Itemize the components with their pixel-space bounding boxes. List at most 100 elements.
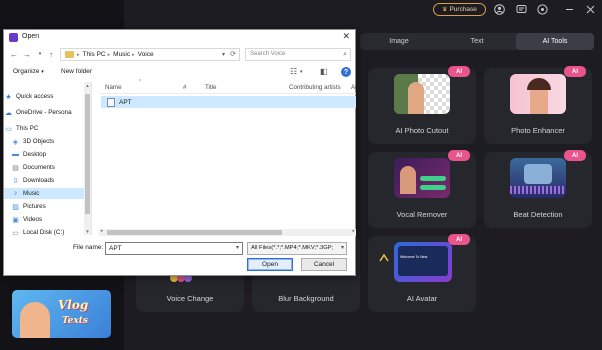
- chevron-right-icon: ▸: [132, 51, 135, 58]
- top-bar: [124, 0, 602, 20]
- vlog-texts-thumbnail[interactable]: Vlog Texts: [12, 290, 111, 338]
- navigation-pane: ★ Quick access ☁ OneDrive - Persona ▭ This …: [4, 82, 92, 238]
- ai-badge: AI: [564, 150, 586, 161]
- scroll-up-icon[interactable]: ▲: [84, 83, 91, 88]
- dialog-close-icon[interactable]: ✕: [342, 31, 350, 42]
- nav-item-videos[interactable]: ▣ Videos: [4, 214, 88, 225]
- card-label: Blur Background: [278, 294, 334, 303]
- column-title[interactable]: Title: [205, 84, 216, 91]
- nav-item-desktop[interactable]: ▬ Desktop: [4, 149, 88, 160]
- pc-icon: ▭: [5, 125, 12, 133]
- vlog-title: Vlog: [58, 298, 89, 312]
- vlog-figure: [20, 302, 50, 338]
- nav-item-label: Quick access: [16, 93, 54, 100]
- nav-item-quick-access[interactable]: ★ Quick access: [4, 91, 88, 102]
- music-icon: ♪: [13, 190, 18, 197]
- nav-item-label: 3D Objects: [23, 138, 55, 145]
- back-icon[interactable]: ←: [9, 48, 19, 60]
- scroll-down-icon[interactable]: ▼: [84, 229, 91, 234]
- scroll-right-icon[interactable]: ▸: [352, 228, 355, 234]
- document-icon: ▤: [12, 164, 19, 172]
- chevron-right-icon: ▸: [77, 51, 80, 58]
- minimize-icon[interactable]: [563, 3, 576, 16]
- help-icon[interactable]: ?: [341, 67, 351, 77]
- app-icon: [9, 33, 18, 42]
- open-button[interactable]: Open: [247, 258, 293, 271]
- breadcrumb-this-pc[interactable]: This PC: [83, 51, 106, 58]
- purchase-button[interactable]: ♛ Purchase: [433, 3, 486, 16]
- file-icon: [107, 97, 115, 107]
- breadcrumb-voice[interactable]: Voice: [138, 51, 154, 58]
- file-name-value: APT: [109, 245, 122, 252]
- open-dialog: Open ✕ ← → ▾ ↑ ▸ This PC ▸ Music ▸ Voice…: [3, 29, 357, 276]
- close-icon[interactable]: [584, 3, 597, 16]
- purchase-label: Purchase: [449, 6, 477, 13]
- tab-text[interactable]: Text: [438, 33, 516, 50]
- nav-item-downloads[interactable]: ⇩ Downloads: [4, 175, 88, 186]
- arrow-icon: [378, 250, 390, 262]
- column-number[interactable]: #: [183, 84, 186, 91]
- ai-badge: AI: [448, 234, 470, 245]
- up-icon[interactable]: ↑: [46, 48, 56, 60]
- photo-enhancer-thumbnail: [510, 74, 566, 114]
- nav-item-music[interactable]: ♪ Music: [4, 188, 88, 199]
- nav-item-local-disk[interactable]: ▭ Local Disk (C:): [4, 227, 88, 238]
- nav-scrollbar[interactable]: ▲ ▼: [84, 82, 91, 235]
- column-name[interactable]: Name: [105, 84, 122, 91]
- tool-tabs: Image Text AI Tools: [360, 33, 594, 50]
- organize-button[interactable]: Organize ▾: [13, 68, 44, 75]
- new-folder-button[interactable]: New folder: [61, 68, 92, 75]
- address-bar[interactable]: ▸ This PC ▸ Music ▸ Voice ▾ ⟳: [60, 48, 240, 61]
- card-ai-avatar[interactable]: Welcome To Nest AI AI Avatar: [368, 234, 476, 312]
- address-row: ← → ▾ ↑ ▸ This PC ▸ Music ▸ Voice ▾ ⟳ Se…: [4, 47, 355, 62]
- file-name-label: File name:: [73, 244, 104, 251]
- card-beat-detection[interactable]: AI Beat Detection: [484, 150, 592, 228]
- scrollbar-thumb[interactable]: [107, 230, 282, 235]
- chevron-right-icon: ▸: [107, 51, 111, 58]
- vlog-subtitle: Texts: [62, 316, 88, 326]
- chevron-down-icon[interactable]: ▾: [222, 51, 225, 58]
- chevron-down-icon[interactable]: ▾: [236, 243, 239, 254]
- column-album[interactable]: Al: [351, 84, 357, 91]
- file-list-scrollbar[interactable]: ◂ ▸: [99, 228, 356, 236]
- download-icon: ⇩: [12, 177, 19, 185]
- nav-item-this-pc[interactable]: ▭ This PC: [4, 123, 88, 134]
- account-icon[interactable]: [493, 3, 506, 16]
- file-type-select[interactable]: All Files(*.*;*.MP4;*.MKV;*.3GP; ▾: [247, 242, 347, 255]
- video-icon: ▣: [12, 216, 19, 224]
- card-ai-photo-cutout[interactable]: AI AI Photo Cutout: [368, 66, 476, 144]
- forward-icon[interactable]: →: [22, 48, 32, 60]
- message-icon[interactable]: [515, 3, 528, 16]
- tab-image[interactable]: Image: [360, 33, 438, 50]
- scroll-left-icon[interactable]: ◂: [100, 228, 103, 234]
- chevron-down-icon[interactable]: ▾: [300, 69, 303, 75]
- nav-item-label: Desktop: [23, 151, 47, 158]
- file-type-value: All Files(*.*;*.MP4;*.MKV;*.3GP;: [251, 245, 334, 251]
- command-bar: Organize ▾ New folder ☷ ▾ ◧ ?: [4, 66, 355, 80]
- file-row[interactable]: APT: [101, 96, 356, 108]
- tab-ai-tools[interactable]: AI Tools: [516, 33, 594, 50]
- column-headers: ^ Name # Title Contributing artists Al: [99, 79, 357, 94]
- file-name-row: File name: APT ▾ All Files(*.*;*.MP4;*.M…: [4, 242, 355, 256]
- file-name-field[interactable]: APT ▾: [105, 242, 243, 255]
- refresh-icon[interactable]: ⟳: [230, 50, 236, 58]
- preview-pane-icon[interactable]: ◧: [320, 67, 328, 76]
- avatar-thumb-caption: Welcome To Nest: [400, 255, 428, 259]
- card-vocal-remover[interactable]: AI Vocal Remover: [368, 150, 476, 228]
- nav-item-pictures[interactable]: ▨ Pictures: [4, 201, 88, 212]
- cancel-button[interactable]: Cancel: [301, 258, 347, 271]
- recent-dropdown-icon[interactable]: ▾: [35, 48, 45, 60]
- nav-item-onedrive[interactable]: ☁ OneDrive - Persona: [4, 107, 88, 118]
- nav-item-documents[interactable]: ▤ Documents: [4, 162, 88, 173]
- scrollbar-thumb[interactable]: [85, 94, 90, 214]
- search-input[interactable]: Search Voice ⌕: [245, 48, 351, 61]
- column-contributing-artists[interactable]: Contributing artists: [289, 84, 341, 91]
- nav-item-3d-objects[interactable]: ◈ 3D Objects: [4, 136, 88, 147]
- cube-icon: ◈: [12, 138, 19, 146]
- settings-icon[interactable]: [536, 3, 549, 16]
- card-label: AI Photo Cutout: [395, 126, 449, 135]
- card-label: Voice Change: [166, 294, 214, 303]
- card-photo-enhancer[interactable]: AI Photo Enhancer: [484, 66, 592, 144]
- breadcrumb-music[interactable]: Music: [113, 51, 130, 58]
- view-options-icon[interactable]: ☷: [290, 67, 297, 76]
